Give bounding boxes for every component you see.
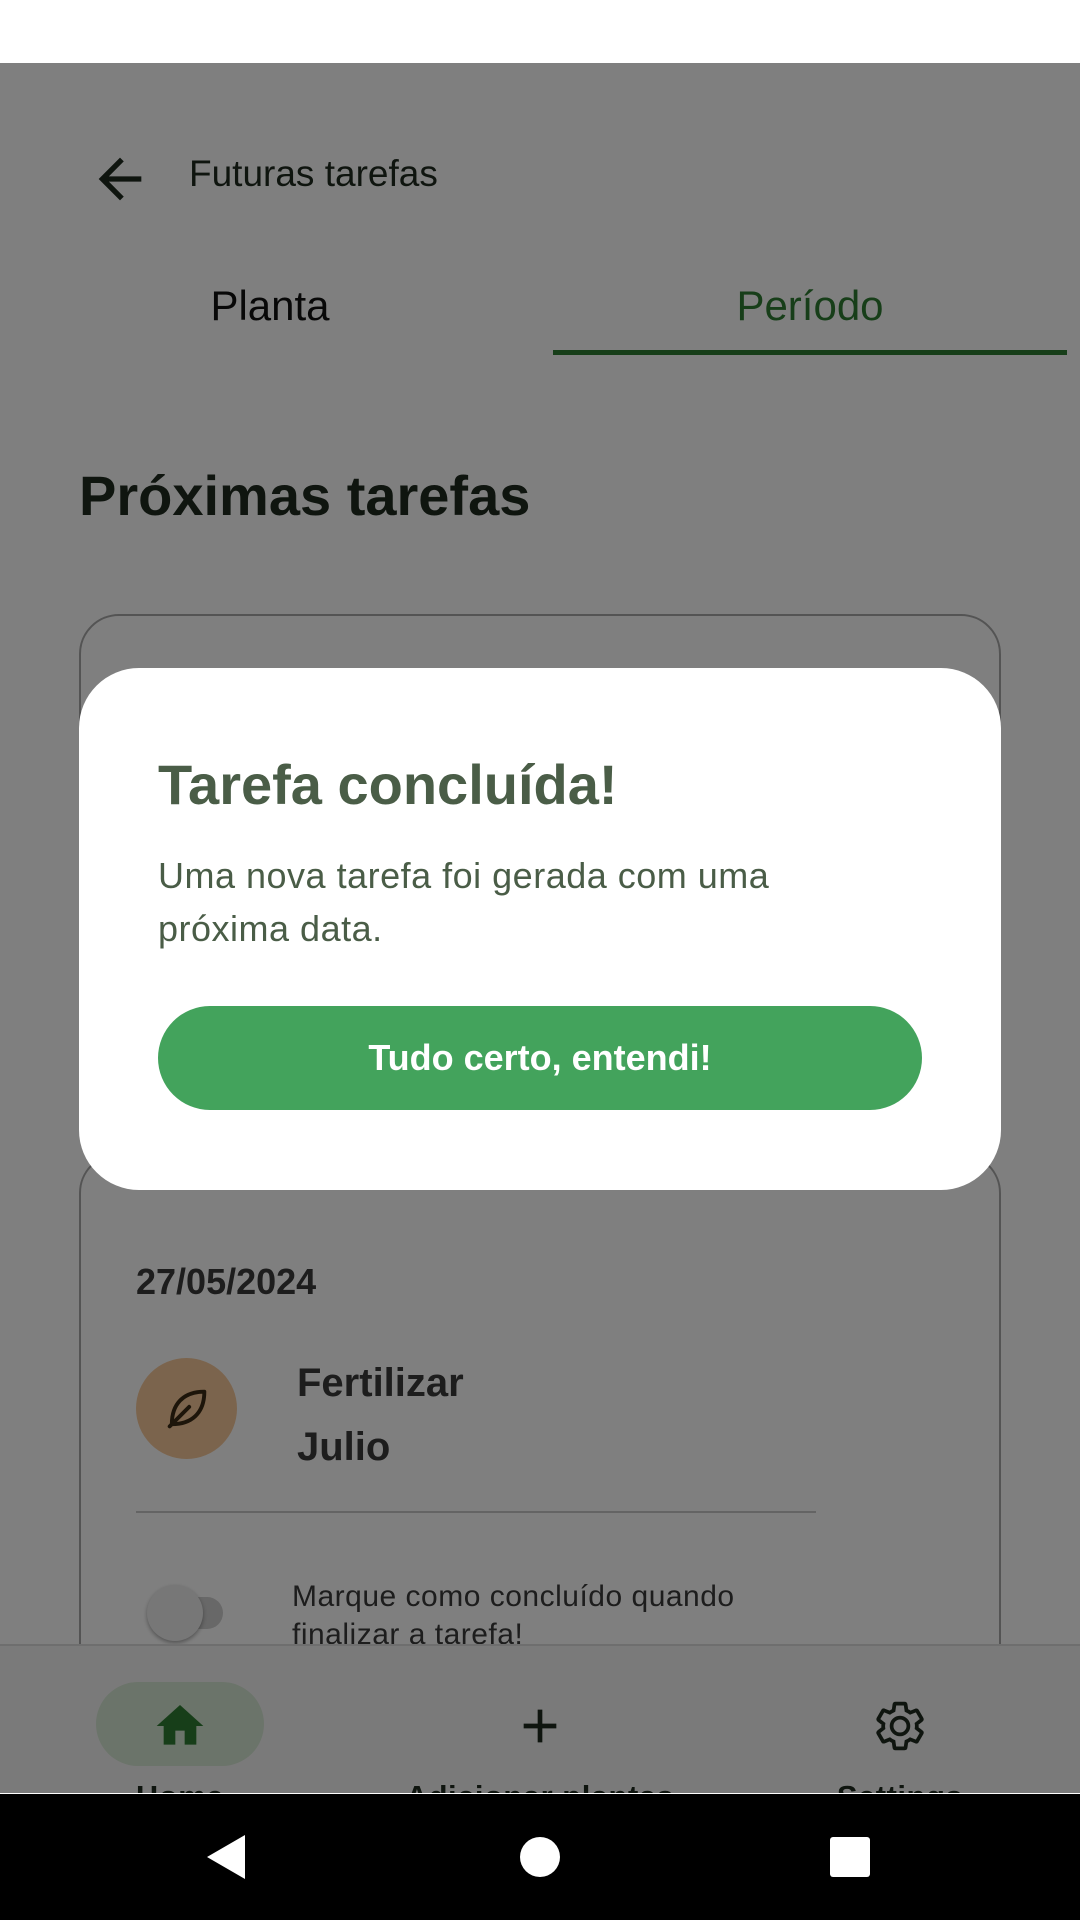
dialog-title: Tarefa concluída! <box>158 753 618 816</box>
system-navigation-bar <box>0 1794 1080 1920</box>
status-bar <box>0 0 1080 63</box>
system-back-icon[interactable] <box>195 1827 255 1887</box>
task-complete-dialog: Tarefa concluída! Uma nova tarefa foi ge… <box>79 668 1001 1190</box>
dialog-message: Uma nova tarefa foi gerada com uma próxi… <box>158 855 770 949</box>
system-home-icon[interactable] <box>510 1827 570 1887</box>
system-recents-icon[interactable] <box>820 1827 880 1887</box>
confirm-button[interactable]: Tudo certo, entendi! <box>158 1006 922 1110</box>
